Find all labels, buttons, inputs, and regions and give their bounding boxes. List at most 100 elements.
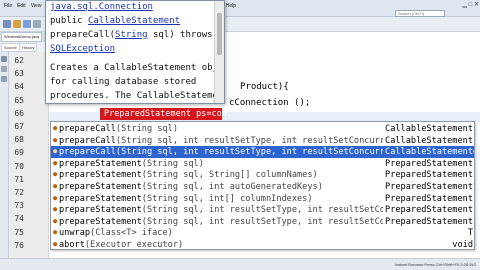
tab-windowsdemo[interactable]: WindowsDemo.java — [1, 32, 43, 42]
completion-method-name: prepareStatement — [59, 182, 142, 192]
completion-signature: prepareStatement(String sql, int autoGen… — [59, 181, 323, 193]
completion-return-type: T — [465, 227, 473, 240]
line-number: 66 — [14, 108, 24, 118]
completion-method-name: abort — [59, 240, 85, 250]
completion-return-type: PreparedStatement — [383, 204, 473, 217]
projects-icon[interactable] — [1, 56, 7, 62]
editor-subtabs: WindowsDemo.java Source History — [0, 32, 45, 52]
status-bar: Instant Rename Press Ctrl+Shift+F6 3:28 … — [0, 258, 480, 270]
completion-item[interactable]: ● prepareStatement(String sql, int result… — [51, 204, 474, 217]
completion-signature: prepareCall(String sql) — [59, 123, 178, 135]
completion-item[interactable]: ● prepareStatement(String sql, int result… — [51, 215, 474, 228]
minimize-icon[interactable]: ▁ — [462, 2, 467, 8]
method-icon: ● — [53, 205, 58, 214]
javadoc-popup[interactable]: java.sql.Connection public CallableState… — [45, 0, 225, 104]
completion-params: (String sql, int resultSetType, int resu… — [141, 205, 411, 216]
completion-signature: prepareStatement(String sql, int resultS… — [59, 204, 411, 216]
services-icon[interactable] — [1, 76, 7, 82]
line-number: 68 — [14, 135, 24, 145]
open-folder-icon[interactable] — [13, 20, 21, 28]
completion-item[interactable]: ● prepareCall(String sql) CallableStatemen… — [51, 123, 474, 135]
completion-return-type: CallableStatement — [383, 123, 473, 135]
completion-return-type: CallableStatement — [383, 146, 473, 159]
completion-signature: prepareStatement(String sql, int resultS… — [59, 216, 411, 228]
doc-link-class[interactable]: java.sql.Connection — [50, 2, 153, 12]
method-icon: ● — [53, 135, 58, 144]
doc-link-param-type[interactable]: String — [115, 30, 148, 40]
save-icon[interactable] — [23, 20, 31, 28]
completion-item[interactable]: ● unwrap(Class<T> iface) T — [51, 227, 474, 240]
line-number: 75 — [14, 227, 24, 237]
completion-item[interactable]: ● prepareStatement(String sql, int autoGe… — [51, 181, 474, 193]
line-number: 67 — [14, 122, 24, 131]
completion-method-name: prepareStatement — [59, 158, 142, 169]
maximize-icon[interactable]: □ — [469, 2, 473, 8]
window-controls[interactable]: ▁ □ ✕ — [441, 1, 479, 9]
completion-params: (String sql, int[] columnIndexes) — [141, 193, 313, 204]
completion-item[interactable]: ● prepareStatement(String sql, String[] c… — [51, 169, 474, 182]
close-icon[interactable]: ✕ — [474, 2, 479, 8]
doc-scrollbar[interactable] — [214, 1, 224, 103]
menu-item-file[interactable]: File — [4, 3, 12, 9]
method-icon: ● — [53, 170, 58, 179]
completion-return-type: PreparedStatement — [383, 181, 473, 193]
method-icon: ● — [53, 124, 58, 132]
completion-params: (String sql, int resultSetType, int resu… — [115, 135, 411, 146]
completion-return-type: CallableStatement — [383, 134, 473, 147]
completion-params: (String sql, int autoGeneratedKeys) — [141, 182, 323, 192]
tab-source[interactable]: Source — [1, 43, 20, 52]
menu-item-edit[interactable]: Edit — [17, 3, 26, 9]
code-line-65[interactable]: cConnection (); — [229, 98, 310, 108]
method-icon: ● — [53, 193, 58, 202]
new-file-icon[interactable] — [3, 20, 11, 28]
code-completion-list[interactable]: ● prepareCall(String sql) CallableStatemen… — [50, 121, 475, 250]
doc-description-2: for calling database stored — [50, 77, 197, 87]
method-icon: ● — [53, 240, 58, 248]
doc-link-exception[interactable]: SQLException — [50, 44, 115, 54]
doc-scroll-thumb[interactable] — [217, 13, 222, 55]
line-number: 64 — [14, 82, 24, 92]
completion-method-name: prepareStatement — [59, 170, 142, 181]
menu-item-view[interactable]: View — [31, 3, 42, 9]
completion-item[interactable]: ● prepareStatement(String sql, int[] colu… — [51, 192, 474, 205]
line-number: 74 — [14, 214, 24, 224]
method-icon: ● — [53, 216, 58, 225]
completion-return-type: void — [450, 239, 473, 250]
doc-link-return-type[interactable]: CallableStatement — [88, 16, 180, 26]
method-icon: ● — [53, 158, 58, 167]
completion-signature: prepareStatement(String sql, int[] colum… — [59, 193, 313, 205]
completion-item[interactable]: ● prepareStatement(String sql) PreparedSta… — [51, 157, 474, 170]
doc-description-1: Creates a CallableStatement object — [50, 63, 225, 73]
completion-params: (String sql) — [141, 158, 204, 169]
completion-method-name: unwrap — [59, 228, 91, 239]
line-number: 62 — [14, 56, 24, 65]
method-icon: ● — [53, 147, 58, 156]
completion-signature: unwrap(Class<T> iface) — [59, 227, 173, 239]
completion-item[interactable]: ● abort(Executor executor) void — [51, 239, 474, 250]
doc-description-3: procedures. The CallableStatement — [50, 91, 225, 101]
completion-signature: prepareStatement(String sql) — [59, 158, 204, 170]
undo-icon[interactable] — [33, 20, 41, 28]
completion-method-name: prepareCall — [59, 147, 116, 158]
completion-method-name: prepareCall — [59, 124, 116, 134]
line-number: 65 — [14, 95, 24, 105]
completion-return-type: PreparedStatement — [383, 192, 473, 205]
completion-return-type: PreparedStatement — [383, 169, 473, 182]
doc-signature-line-1: public CallableStatement — [50, 16, 181, 26]
completion-return-type: PreparedStatement — [383, 157, 473, 170]
files-icon[interactable] — [1, 66, 7, 72]
search-input[interactable]: Search (Ctrl+I) — [395, 10, 445, 17]
line-number: 76 — [14, 240, 24, 250]
completion-method-name: prepareCall — [59, 135, 116, 146]
completion-method-name: prepareStatement — [59, 205, 142, 216]
completion-item[interactable]: ● prepareCall(String sql, int resultSetTy… — [51, 134, 474, 147]
completion-item[interactable]: ● prepareCall(String sql, int resultSetTy… — [51, 146, 474, 159]
tab-history[interactable]: History — [19, 43, 38, 52]
completion-signature: prepareStatement(String sql, String[] co… — [59, 169, 318, 181]
line-number: 71 — [14, 174, 24, 184]
completion-method-name: prepareStatement — [59, 193, 142, 204]
menu-item-help[interactable]: Help — [226, 3, 236, 9]
completion-params: (String sql, int resultSetType, int resu… — [141, 216, 411, 227]
status-text: Instant Rename Press Ctrl+Shift+F6 3:28 … — [395, 262, 476, 267]
code-line-64[interactable]: Product){ — [240, 82, 289, 92]
